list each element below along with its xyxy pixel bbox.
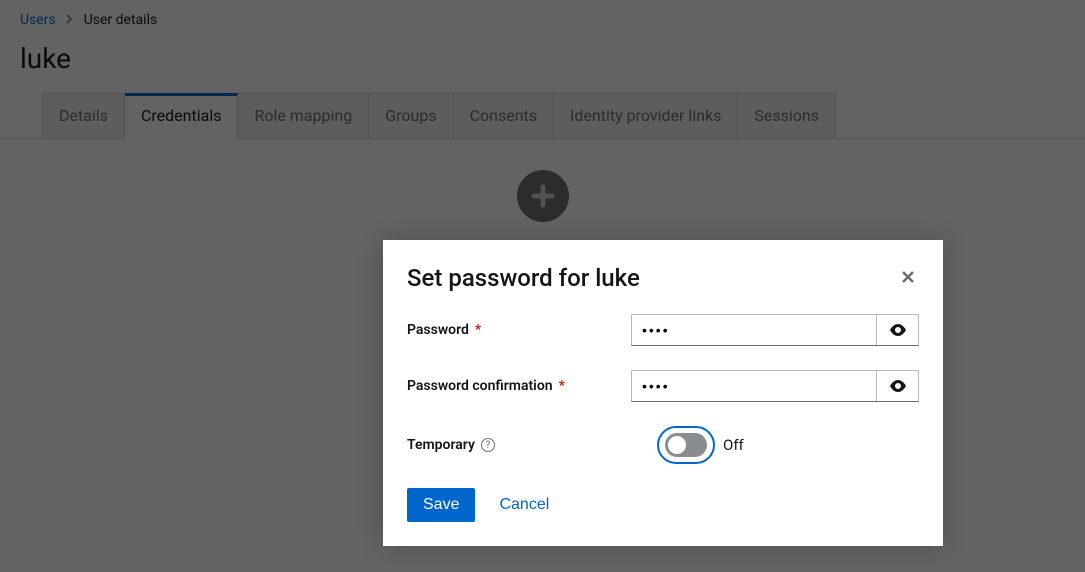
- temporary-toggle[interactable]: [657, 426, 715, 464]
- help-icon[interactable]: ?: [481, 438, 495, 452]
- eye-icon[interactable]: [876, 315, 918, 345]
- temporary-label: Temporary ?: [407, 437, 631, 453]
- close-icon[interactable]: [897, 264, 919, 292]
- password-confirmation-input[interactable]: [632, 371, 876, 401]
- save-button[interactable]: Save: [407, 488, 475, 522]
- toggle-state-label: Off: [723, 436, 744, 454]
- required-indicator: *: [475, 322, 481, 338]
- eye-icon[interactable]: [876, 371, 918, 401]
- required-indicator: *: [559, 378, 565, 394]
- password-input[interactable]: [632, 315, 876, 345]
- modal-title: Set password for luke: [407, 264, 640, 292]
- password-label: Password *: [407, 322, 631, 338]
- password-confirmation-label: Password confirmation *: [407, 378, 631, 394]
- cancel-button[interactable]: Cancel: [499, 496, 549, 514]
- set-password-modal: Set password for luke Password * Passwor…: [383, 240, 943, 546]
